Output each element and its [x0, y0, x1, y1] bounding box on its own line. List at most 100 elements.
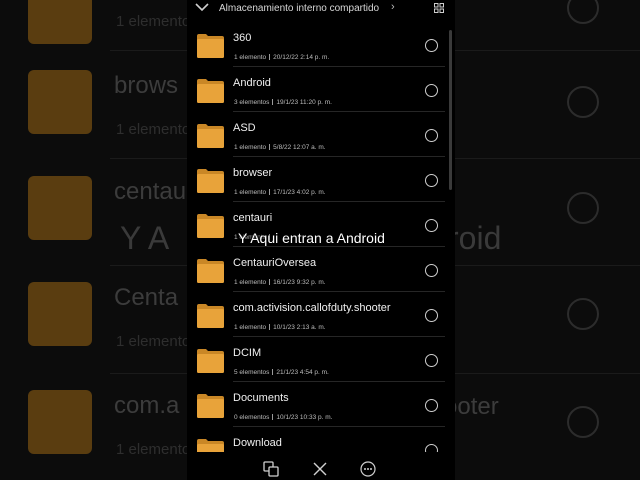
file-name: com.activision.callofduty.shooter [233, 302, 391, 314]
list-item[interactable]: browser 1 elemento 17/1/23 4:02 p. m. [187, 157, 455, 202]
meta-separator [272, 414, 274, 420]
list-item[interactable]: CentauriOversea 1 elemento 16/1/23 9:32 p.… [187, 247, 455, 292]
select-radio[interactable] [425, 129, 438, 142]
file-date: 21/1/23 4:54 p. m. [276, 369, 329, 376]
file-date: 10/1/23 10:33 p. m. [276, 414, 333, 421]
file-name: 360 [233, 32, 252, 44]
copy-icon[interactable] [263, 461, 279, 477]
background-radio [567, 298, 599, 330]
file-count: 1 elemento [234, 144, 267, 151]
file-meta: 1 elemento 5/8/22 12:07 a. m. [234, 144, 326, 151]
grid-view-icon[interactable] [434, 3, 444, 13]
video-caption: Y Aqui entran a Android [238, 230, 385, 246]
select-radio[interactable] [425, 39, 438, 52]
select-radio[interactable] [425, 174, 438, 187]
folder-icon [197, 169, 224, 193]
select-radio[interactable] [425, 354, 438, 367]
background-row-subtitle: 1 elemento [116, 441, 191, 458]
background-row-subtitle: 1 elemento [116, 13, 191, 30]
background-radio [567, 406, 599, 438]
select-radio[interactable] [425, 264, 438, 277]
folder-icon [197, 349, 224, 373]
file-name: Documents [233, 392, 289, 404]
meta-separator [269, 189, 271, 195]
background-folder-icon [28, 0, 92, 44]
list-item[interactable]: Documents 0 elementos 10/1/23 10:33 p. m. [187, 382, 455, 427]
file-name: Android [233, 77, 271, 89]
file-meta: 1 elemento 10/1/23 2:13 a. m. [234, 324, 326, 331]
background-row-title: centau [114, 178, 187, 205]
list-item[interactable]: DCIM 5 elementos 21/1/23 4:54 p. m. [187, 337, 455, 382]
file-meta: 1 elemento 20/12/22 2:14 p. m. [234, 54, 329, 61]
path-header: Almacenamiento interno compartido › [187, 0, 455, 22]
folder-icon [197, 394, 224, 418]
meta-separator [269, 279, 271, 285]
meta-separator [269, 324, 271, 330]
background-folder-icon [28, 282, 92, 346]
file-name: centauri [233, 212, 273, 224]
file-count: 0 elementos [234, 414, 270, 421]
bottom-action-bar [187, 452, 455, 480]
list-item[interactable]: com.activision.callofduty.shooter 1 eleme… [187, 292, 455, 337]
select-radio[interactable] [425, 399, 438, 412]
list-item[interactable]: ASD 1 elemento 5/8/22 12:07 a. m. [187, 112, 455, 157]
list-item[interactable]: Download [187, 427, 455, 452]
file-meta: 1 elemento 16/1/23 9:32 p. m. [234, 279, 326, 286]
file-count: 5 elementos [234, 369, 270, 376]
background-folder-icon [28, 70, 92, 134]
folder-icon [197, 439, 224, 452]
background-folder-icon [28, 176, 92, 240]
select-radio[interactable] [425, 84, 438, 97]
folder-icon [197, 79, 224, 103]
file-date: 19/1/23 11:20 p. m. [276, 99, 332, 106]
meta-separator [269, 144, 271, 150]
file-meta: 5 elementos 21/1/23 4:54 p. m. [234, 369, 329, 376]
background-row-title: com.a [114, 392, 180, 419]
background-caption-right: roid [448, 220, 502, 256]
folder-icon [197, 304, 224, 328]
file-meta: 0 elementos 10/1/23 10:33 p. m. [234, 414, 332, 421]
file-name: DCIM [233, 347, 262, 359]
meta-separator [269, 54, 271, 60]
file-count: 1 elemento [234, 279, 267, 286]
background-row-title: brows [114, 72, 179, 99]
select-radio[interactable] [425, 309, 438, 322]
close-icon[interactable] [312, 461, 328, 477]
file-date: 16/1/23 9:32 p. m. [273, 279, 326, 286]
chevron-down-icon[interactable] [195, 2, 209, 12]
list-item[interactable]: 360 1 elemento 20/12/22 2:14 p. m. [187, 22, 455, 67]
file-date: 10/1/23 2:13 a. m. [273, 324, 326, 331]
file-date: 5/8/22 12:07 a. m. [273, 144, 326, 151]
file-date: 17/1/23 4:02 p. m. [273, 189, 326, 196]
file-name: Download [233, 437, 282, 449]
background-row-subtitle: 1 elemento [116, 333, 191, 350]
background-folder-icon [28, 390, 92, 454]
file-name: browser [233, 167, 273, 179]
select-radio[interactable] [425, 219, 438, 232]
storage-path[interactable]: Almacenamiento interno compartido [219, 3, 379, 14]
file-meta: 1 elemento 17/1/23 4:02 p. m. [234, 189, 326, 196]
file-name: ASD [233, 122, 256, 134]
file-count: 1 elemento [234, 324, 267, 331]
background-radio [567, 86, 599, 118]
file-date: 20/12/22 2:14 p. m. [273, 54, 330, 61]
folder-icon [197, 259, 224, 283]
path-arrow-icon: › [391, 1, 395, 13]
background-radio [567, 0, 599, 24]
file-count: 1 elemento [234, 189, 267, 196]
background-radio [567, 192, 599, 224]
select-radio[interactable] [425, 444, 438, 452]
background-row-subtitle: 1 elemento [116, 121, 191, 138]
file-count: 3 elementos [234, 99, 270, 106]
file-count: 1 elemento [234, 54, 267, 61]
scrollbar[interactable] [449, 30, 452, 190]
background-caption-left: Y A [120, 220, 170, 256]
background-row-title: Centa [114, 284, 179, 311]
folder-icon [197, 214, 224, 238]
more-icon[interactable] [360, 461, 376, 477]
meta-separator [272, 99, 274, 105]
folder-icon [197, 124, 224, 148]
list-item[interactable]: Android 3 elementos 19/1/23 11:20 p. m. [187, 67, 455, 112]
file-name: CentauriOversea [233, 257, 317, 269]
file-meta: 3 elementos 19/1/23 11:20 p. m. [234, 99, 332, 106]
